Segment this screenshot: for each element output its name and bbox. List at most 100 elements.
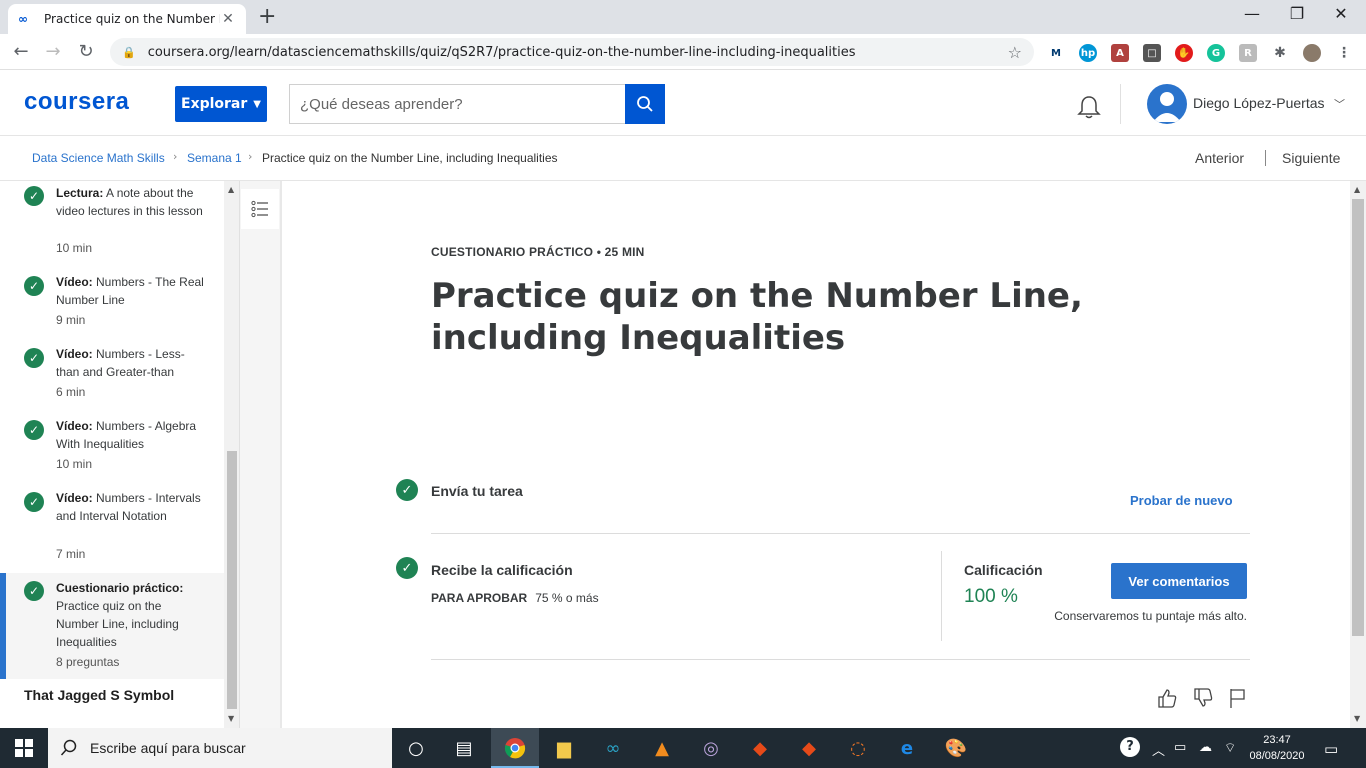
completed-check-icon: ✓ — [396, 557, 418, 579]
start-button[interactable] — [0, 728, 48, 768]
tab-close-icon[interactable]: ✕ — [220, 11, 236, 27]
sidebar-item-video[interactable]: ✓ Vídeo: Numbers - Less-than and Greater… — [0, 341, 224, 407]
chrome-icon[interactable] — [503, 736, 527, 760]
edge-icon[interactable]: e — [895, 736, 919, 760]
sidebar-scroll-thumb[interactable] — [227, 451, 237, 709]
sidebar-item-video[interactable]: ✓ Vídeo: Numbers - The Real Number Line … — [0, 269, 224, 335]
browser-menu-icon[interactable]: ⋮ — [1335, 44, 1353, 62]
url-bar[interactable]: 🔒 coursera.org/learn/datasciencemathskil… — [110, 38, 1034, 66]
scroll-down-arrow-icon[interactable]: ▼ — [228, 714, 234, 723]
grade-divider — [941, 551, 942, 641]
grammarly-extension-icon[interactable]: G — [1207, 44, 1225, 62]
reader-extension-icon[interactable]: R — [1239, 44, 1257, 62]
search-button[interactable] — [625, 84, 665, 124]
new-tab-icon[interactable]: + — [258, 4, 276, 29]
capture-extension-icon[interactable]: □ — [1143, 44, 1161, 62]
arduino-icon[interactable]: ∞ — [601, 736, 625, 760]
scroll-up-arrow-icon[interactable]: ▲ — [1354, 185, 1360, 194]
breadcrumb-week[interactable]: Semana 1 — [187, 151, 242, 165]
search-input[interactable]: ¿Qué deseas aprender? — [289, 84, 625, 124]
pdf-extension-icon[interactable]: A — [1111, 44, 1129, 62]
cloud-sync-icon[interactable]: ☁ — [1199, 740, 1212, 755]
flag-icon[interactable] — [1228, 687, 1248, 709]
coursera-logo[interactable]: coursera — [24, 88, 129, 116]
back-icon[interactable]: ← — [10, 41, 32, 62]
jupyter-icon[interactable]: ◌ — [846, 736, 870, 760]
vlc-icon[interactable]: ▲ — [650, 736, 674, 760]
window-close-icon[interactable]: ✕ — [1321, 4, 1361, 23]
avatar[interactable] — [1147, 84, 1187, 124]
bookmark-star-icon[interactable]: ☆ — [1008, 43, 1022, 62]
retry-button[interactable]: Probar de nuevo — [1130, 493, 1233, 508]
profile-avatar-icon[interactable] — [1303, 44, 1321, 62]
scroll-down-arrow-icon[interactable]: ▼ — [1354, 714, 1360, 723]
sidebar-section-title[interactable]: That Jagged S Symbol — [24, 687, 174, 703]
sidebar-item-label: Vídeo: Numbers - Less-than and Greater-t… — [56, 347, 185, 379]
extensions-puzzle-icon[interactable]: ✱ — [1271, 44, 1289, 62]
completed-check-icon: ✓ — [24, 420, 44, 440]
adblock-extension-icon[interactable]: ✋ — [1175, 44, 1193, 62]
submit-step-label: Envía tu tarea — [431, 483, 523, 499]
lock-icon: 🔒 — [122, 45, 136, 59]
completed-check-icon: ✓ — [24, 276, 44, 296]
breadcrumb-current: Practice quiz on the Number Line, includ… — [262, 151, 558, 165]
quiz-main: CUESTIONARIO PRÁCTICO • 25 MIN Practice … — [282, 181, 1350, 728]
browser-tab[interactable]: ∞ Practice quiz on the Number Line, incl… — [8, 4, 246, 34]
notifications-icon[interactable]: ▭ — [1324, 740, 1338, 758]
sidebar-item-meta: 6 min — [56, 385, 86, 399]
breadcrumb-chevron-icon: › — [173, 150, 178, 163]
user-menu-chevron-icon[interactable]: ﹀ — [1334, 96, 1345, 112]
main-scrollbar[interactable]: ▲ ▼ — [1350, 181, 1366, 728]
user-name[interactable]: Diego López-Puertas — [1193, 95, 1325, 111]
explore-button[interactable]: Explorar ▼ — [175, 86, 267, 122]
toc-toggle-button[interactable] — [241, 189, 279, 229]
cortana-icon[interactable]: ○ — [404, 736, 428, 760]
git-bash-icon[interactable]: ◆ — [797, 736, 821, 760]
next-link[interactable]: Siguiente — [1282, 150, 1340, 166]
search-placeholder: ¿Qué deseas aprender? — [300, 95, 463, 113]
breadcrumb: Data Science Math Skills › Semana 1 › Pr… — [0, 136, 1366, 181]
sidebar-item-reading[interactable]: ✓ Lectura: A note about the video lectur… — [0, 181, 224, 265]
windows-taskbar: Escribe aquí para buscar ○ ▤ ▆ ∞ ▲ ◎ ◆ ◆… — [0, 728, 1366, 768]
clock-time: 23:47 — [1263, 734, 1291, 746]
divider — [431, 533, 1250, 534]
main-scroll-thumb[interactable] — [1352, 199, 1364, 636]
search-icon — [60, 739, 77, 756]
completed-check-icon: ✓ — [24, 581, 44, 601]
sidebar-item-label: Vídeo: Numbers - Intervals and Interval … — [56, 491, 201, 523]
sidebar-item-meta: 9 min — [56, 313, 86, 327]
minimize-icon[interactable]: — — [1232, 4, 1272, 23]
sidebar-item-practice-quiz[interactable]: ✓ Cuestionario práctico: Practice quiz o… — [0, 573, 224, 679]
movistar-extension-icon[interactable]: M — [1047, 44, 1065, 62]
scroll-up-arrow-icon[interactable]: ▲ — [228, 185, 234, 194]
help-icon[interactable]: ? — [1120, 737, 1140, 757]
reload-icon[interactable]: ↻ — [75, 41, 97, 62]
paint-icon[interactable]: 🎨 — [944, 736, 968, 760]
sidebar-item-video[interactable]: ✓ Vídeo: Numbers - Intervals and Interva… — [0, 485, 224, 569]
view-feedback-button[interactable]: Ver comentarios — [1111, 563, 1247, 599]
app-icon[interactable]: ◎ — [699, 736, 723, 760]
tray-chevron-icon[interactable]: ︿ — [1152, 740, 1165, 759]
pass-threshold: PARA APROBAR 75 % o más — [431, 591, 599, 605]
file-explorer-icon[interactable]: ▆ — [552, 736, 576, 760]
wifi-icon[interactable]: ⌔ — [1224, 740, 1236, 756]
previous-link[interactable]: Anterior — [1195, 150, 1244, 166]
breadcrumb-course[interactable]: Data Science Math Skills — [32, 151, 165, 165]
forward-icon[interactable]: → — [42, 41, 64, 62]
git-gui-icon[interactable]: ◆ — [748, 736, 772, 760]
sidebar-item-video[interactable]: ✓ Vídeo: Numbers - Algebra With Inequali… — [0, 413, 224, 479]
pager-divider — [1265, 150, 1266, 166]
taskbar-search-input[interactable]: Escribe aquí para buscar — [48, 728, 392, 768]
course-sidebar: ✓ Lectura: A note about the video lectur… — [0, 181, 240, 728]
taskbar-clock[interactable]: 23:47 08/08/2020 — [1249, 732, 1305, 764]
task-view-icon[interactable]: ▤ — [452, 736, 476, 760]
thumbs-up-icon[interactable] — [1156, 687, 1178, 709]
thumbs-down-icon[interactable] — [1192, 687, 1214, 709]
grade-value: 100 % — [964, 586, 1018, 607]
hp-extension-icon[interactable]: hp — [1079, 44, 1097, 62]
sidebar-scrollbar[interactable]: ▲ ▼ — [224, 181, 239, 728]
site-header: coursera Explorar ▼ ¿Qué deseas aprender… — [0, 70, 1366, 136]
battery-icon[interactable]: ▭ — [1174, 740, 1186, 755]
maximize-icon[interactable]: ❐ — [1277, 4, 1317, 23]
notifications-bell-icon[interactable] — [1076, 94, 1102, 120]
